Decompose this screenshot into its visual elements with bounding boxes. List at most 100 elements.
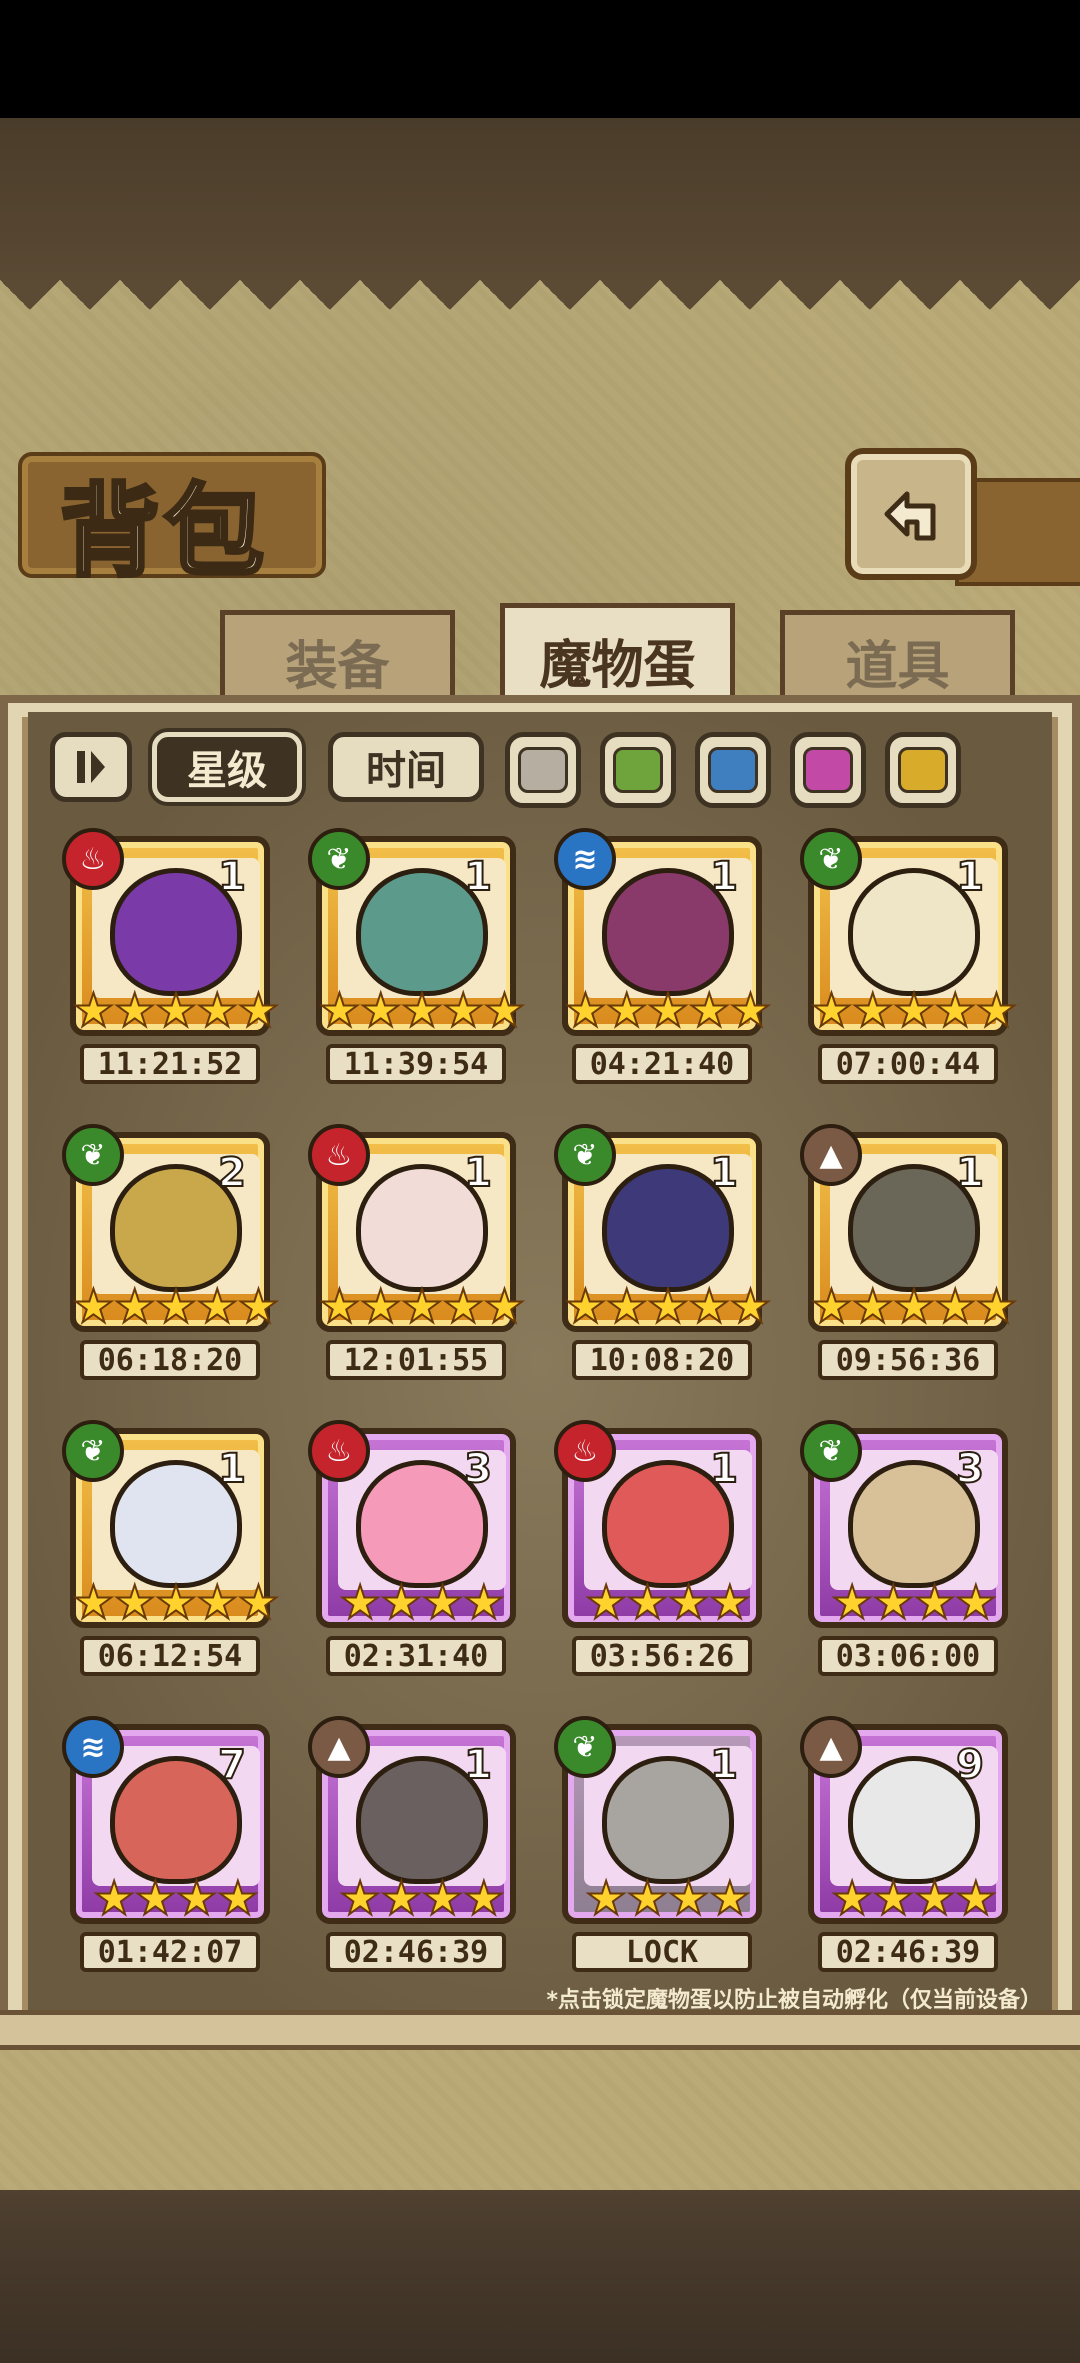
egg-card[interactable]: 1 ★ ★ ★ ★ ★ ▲ 09:56:36 (800, 1124, 1018, 1382)
element-earth-icon: ▲ (800, 1124, 862, 1186)
element-grass-icon: ❦ (554, 1716, 616, 1778)
star-icon: ★ (196, 1575, 239, 1629)
star-icon: ★ (851, 1279, 894, 1333)
star-icon: ★ (400, 1279, 443, 1333)
element-grass-icon: ❦ (554, 1124, 616, 1186)
star-icon: ★ (564, 983, 607, 1037)
egg-card[interactable]: 1 ★ ★ ★ ★ ★ ❦ 10:08:20 (554, 1124, 772, 1382)
star-icon: ★ (196, 1279, 239, 1333)
star-icon: ★ (318, 983, 361, 1037)
element-fire-icon: ♨ (554, 1420, 616, 1482)
star-icon: ★ (584, 1871, 627, 1925)
egg-card[interactable]: 1 ★ ★ ★ ★ ♨ 03:56:26 (554, 1420, 762, 1678)
egg-card[interactable]: 1 ★ ★ ★ ★ ★ ❦ 06:12:54 (62, 1420, 280, 1678)
egg-stars: ★ ★ ★ ★ ★ (810, 983, 1018, 1037)
star-icon: ★ (154, 1279, 197, 1333)
sort-star-button[interactable]: 星级 (152, 732, 302, 802)
back-button[interactable] (845, 448, 977, 580)
sort-order-toggle[interactable] (50, 732, 132, 802)
panel-bottom-rail (0, 2010, 1080, 2050)
egg-stars: ★ ★ ★ ★ (84, 1871, 268, 1925)
egg-timer: 10:08:20 (572, 1340, 752, 1380)
star-icon: ★ (442, 1279, 485, 1333)
egg-card[interactable]: 7 ★ ★ ★ ★ ≋ 01:42:07 (62, 1716, 270, 1974)
star-icon: ★ (380, 1871, 423, 1925)
egg-card[interactable]: 1 ★ ★ ★ ★ ▲ 02:46:39 (308, 1716, 516, 1974)
egg-card[interactable]: 1 ★ ★ ★ ★ ★ ♨ 11:21:52 (62, 828, 280, 1086)
star-icon: ★ (729, 983, 772, 1037)
egg-card[interactable]: 2 ★ ★ ★ ★ ★ ❦ 06:18:20 (62, 1124, 280, 1382)
star-icon: ★ (810, 983, 853, 1037)
star-icon: ★ (196, 983, 239, 1037)
star-icon: ★ (830, 1871, 873, 1925)
element-fire-icon: ♨ (308, 1124, 370, 1186)
egg-card[interactable]: 3 ★ ★ ★ ★ ❦ 03:06:00 (800, 1420, 1008, 1678)
star-icon: ★ (318, 1279, 361, 1333)
egg-card[interactable]: 1 ★ ★ ★ ★ ★ ❦ 07:00:44 (800, 828, 1018, 1086)
egg-timer: 11:21:52 (80, 1044, 260, 1084)
egg-count: 1 (463, 1741, 493, 1789)
star-icon: ★ (626, 1871, 669, 1925)
egg-count: 1 (955, 1149, 985, 1197)
star-icon: ★ (421, 1575, 464, 1629)
egg-count: 7 (217, 1741, 247, 1789)
star-icon: ★ (134, 1871, 177, 1925)
star-icon: ★ (975, 1279, 1018, 1333)
egg-stars: ★ ★ ★ ★ ★ (72, 1575, 280, 1629)
egg-card[interactable]: 9 ★ ★ ★ ★ ▲ 02:46:39 (800, 1716, 1008, 1974)
egg-card[interactable]: 1 ★ ★ ★ ★ ★ ≋ 04:21:40 (554, 828, 772, 1086)
tab-equipment[interactable]: 装备 (220, 610, 455, 707)
element-grass-icon: ❦ (62, 1420, 124, 1482)
egg-card[interactable]: 1 ★ ★ ★ ★ ★ ❦ 11:39:54 (308, 828, 526, 1086)
egg-count: 3 (955, 1445, 985, 1493)
filter-green[interactable] (600, 732, 676, 808)
filter-purple[interactable] (790, 732, 866, 808)
egg-stars: ★ ★ ★ ★ ★ (318, 983, 526, 1037)
filter-gray[interactable] (505, 732, 581, 808)
sort-toggle-icon (77, 751, 105, 783)
star-icon: ★ (892, 983, 935, 1037)
egg-stars: ★ ★ ★ ★ ★ (72, 983, 280, 1037)
egg-stars: ★ ★ ★ ★ ★ (810, 1279, 1018, 1333)
egg-timer: 04:21:40 (572, 1044, 752, 1084)
star-icon: ★ (359, 1279, 402, 1333)
star-icon: ★ (646, 1279, 689, 1333)
star-icon: ★ (400, 983, 443, 1037)
star-icon: ★ (216, 1871, 259, 1925)
star-icon: ★ (113, 1279, 156, 1333)
egg-count: 2 (217, 1149, 247, 1197)
sort-time-button[interactable]: 时间 (328, 732, 484, 802)
egg-timer: 06:18:20 (80, 1340, 260, 1380)
star-icon: ★ (975, 983, 1018, 1037)
element-fire-icon: ♨ (308, 1420, 370, 1482)
star-icon: ★ (92, 1871, 135, 1925)
star-icon: ★ (954, 1575, 997, 1629)
egg-card[interactable]: 1 ★ ★ ★ ★ ★ ♨ 12:01:55 (308, 1124, 526, 1382)
filter-blue[interactable] (695, 732, 771, 808)
filter-gold[interactable] (885, 732, 961, 808)
star-icon: ★ (913, 1575, 956, 1629)
star-icon: ★ (954, 1871, 997, 1925)
egg-count: 3 (463, 1445, 493, 1493)
star-icon: ★ (175, 1871, 218, 1925)
egg-count: 1 (463, 853, 493, 901)
egg-count: 1 (955, 853, 985, 901)
back-arrow-icon (884, 491, 936, 541)
element-grass-icon: ❦ (800, 828, 862, 890)
tab-items[interactable]: 道具 (780, 610, 1015, 707)
star-icon: ★ (688, 983, 731, 1037)
star-icon: ★ (667, 1575, 710, 1629)
egg-timer: 06:12:54 (80, 1636, 260, 1676)
star-icon: ★ (462, 1575, 505, 1629)
egg-count: 1 (709, 853, 739, 901)
egg-count: 1 (217, 853, 247, 901)
star-icon: ★ (483, 983, 526, 1037)
star-icon: ★ (338, 1575, 381, 1629)
star-icon: ★ (688, 1279, 731, 1333)
star-icon: ★ (892, 1279, 935, 1333)
egg-card[interactable]: 3 ★ ★ ★ ★ ♨ 02:31:40 (308, 1420, 516, 1678)
egg-timer: 11:39:54 (326, 1044, 506, 1084)
egg-card[interactable]: 1 ★ ★ ★ ★ ❦ LOCK (554, 1716, 762, 1974)
star-icon: ★ (113, 983, 156, 1037)
element-grass-icon: ❦ (62, 1124, 124, 1186)
